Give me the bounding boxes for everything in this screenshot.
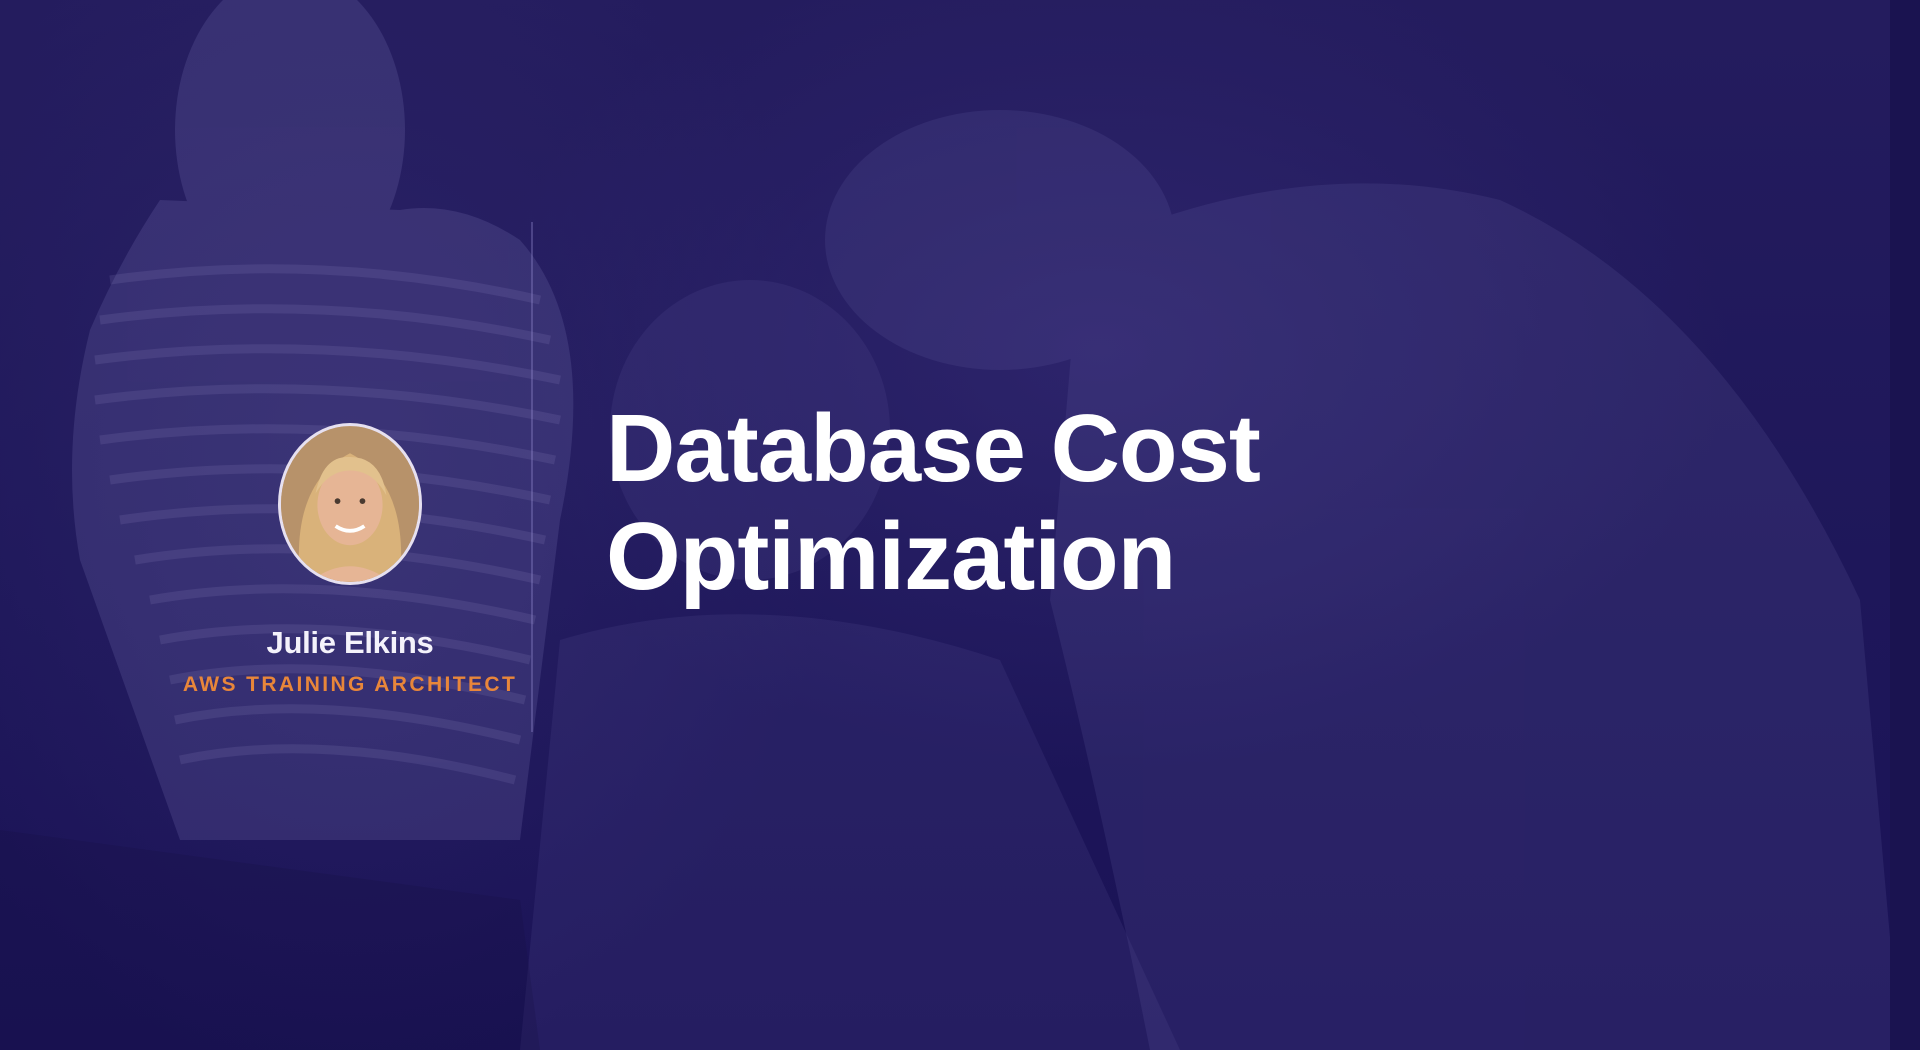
avatar <box>278 423 422 585</box>
presenter-role: AWS TRAINING ARCHITECT <box>182 673 518 696</box>
presenter-photo-icon <box>281 426 419 582</box>
slide-title-line-1: Database Cost <box>606 395 1261 502</box>
title-slide: Julie Elkins AWS TRAINING ARCHITECT Data… <box>0 0 1920 1050</box>
presenter-name: Julie Elkins <box>266 625 434 660</box>
slide-title: Database Cost Optimization <box>606 395 1506 611</box>
presenter-card: Julie Elkins AWS TRAINING ARCHITECT <box>150 423 550 697</box>
right-edge-band <box>1890 0 1920 1050</box>
slide-title-line-2: Optimization <box>606 503 1176 610</box>
